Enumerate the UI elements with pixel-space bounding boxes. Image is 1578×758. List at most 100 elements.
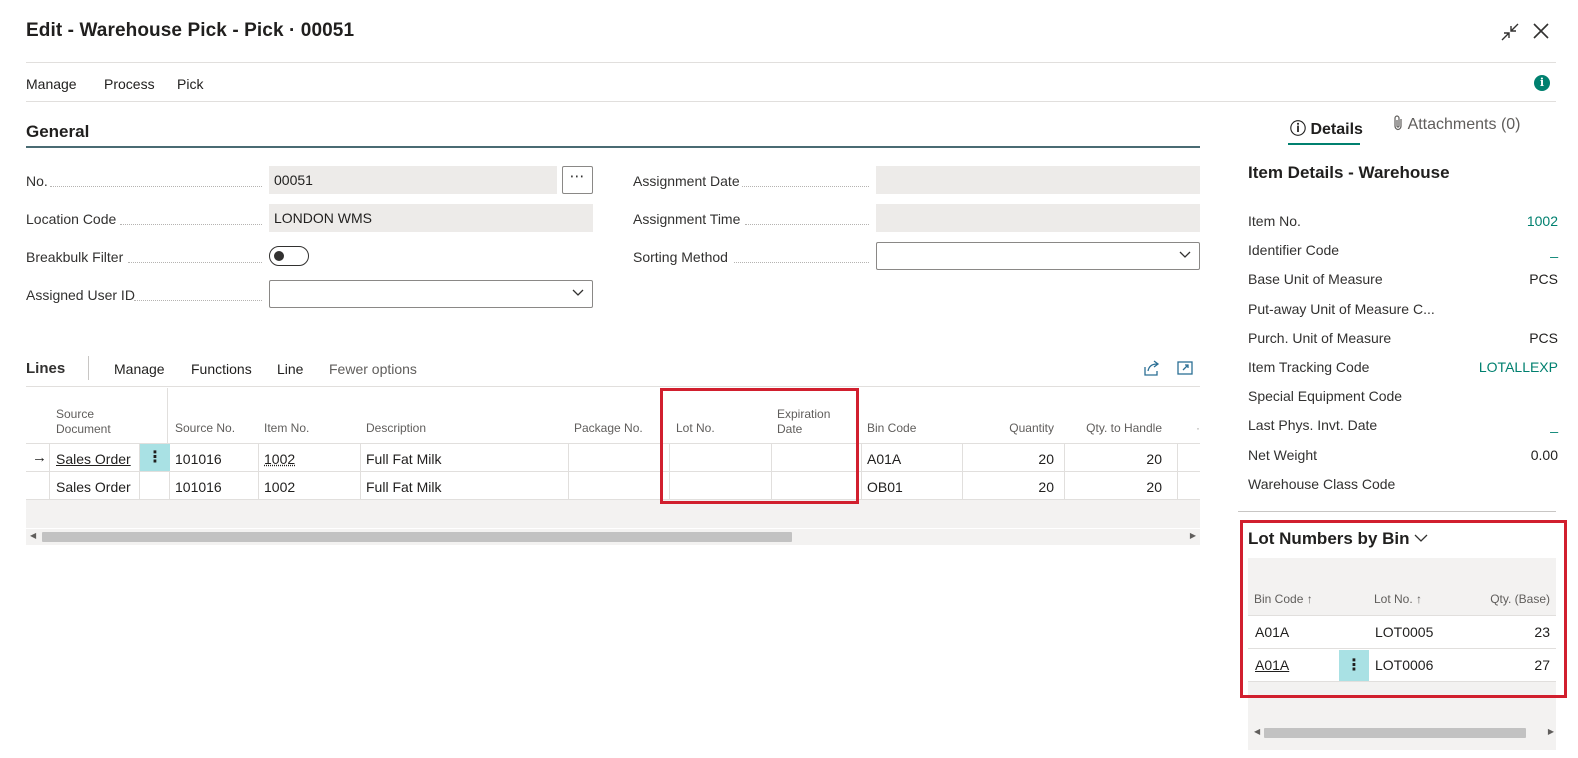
scroll-left-icon[interactable]: ◀ [30,531,36,540]
item-detail-label: Special Equipment Code [1248,388,1403,404]
panel-divider [1238,511,1556,512]
row1-quantity[interactable]: 20 [970,451,1054,467]
chevron-down-icon [1179,251,1191,258]
row1-bin-code[interactable]: A01A [867,451,901,467]
no-field[interactable]: 00051 [269,166,557,194]
assignment-date-label: Assignment Date [633,173,740,189]
close-icon[interactable] [1531,21,1551,41]
lines-horizontal-scrollbar[interactable]: ◀ ▶ [26,529,1200,545]
grid-col-line [360,444,361,500]
assignment-date-field[interactable] [876,166,1200,194]
lines-toolbar-divider [88,356,89,380]
page-title: Edit - Warehouse Pick - Pick · 00051 [26,20,355,41]
tab-details[interactable]: ⓘ Details [1290,115,1363,139]
tab-attachments-label: Attachments (0) [1407,116,1521,133]
assigned-user-label: Assigned User ID [26,287,135,303]
lot-expiration-highlight [660,388,859,504]
grid-col-line [1064,444,1065,500]
row2-source-document[interactable]: Sales Order [56,479,131,495]
lines-line-button[interactable]: Line [277,361,303,377]
assigned-user-dropdown[interactable] [269,280,593,308]
col-description[interactable]: Description [366,421,426,436]
menu-divider [26,101,1556,102]
row2-source-no: 101016 [175,479,222,495]
lines-functions-button[interactable]: Functions [191,361,252,377]
item-details-title: Item Details - Warehouse [1248,163,1450,182]
general-section-title[interactable]: General [26,122,89,142]
menu-manage[interactable]: Manage [26,76,77,92]
item-detail-label: Base Unit of Measure [1248,271,1383,287]
row2-bin-code[interactable]: OB01 [867,479,903,495]
sorting-method-dropdown[interactable] [876,242,1200,270]
collapse-icon[interactable] [1500,22,1520,42]
item-detail-value[interactable]: 1002 [1527,213,1558,229]
scroll-thumb[interactable] [42,532,792,542]
lines-manage-button[interactable]: Manage [114,361,165,377]
paperclip-icon [1394,115,1402,131]
location-code-field[interactable]: LONDON WMS [269,204,593,232]
lot-numbers-highlight [1240,520,1567,698]
row1-item-no[interactable]: 1002 [264,451,295,467]
row1-description[interactable]: Full Fat Milk [366,451,441,467]
breakbulk-filter-label: Breakbulk Filter [26,249,124,265]
tab-attachments[interactable]: Attachments (0) [1392,115,1521,134]
item-detail-label: Item Tracking Code [1248,359,1370,375]
expand-icon[interactable] [1176,359,1194,377]
row2-description[interactable]: Full Fat Milk [366,479,441,495]
col-source-document[interactable]: Source Document [56,407,146,437]
grid-header-line [26,443,1200,444]
item-detail-value: 0.00 [1530,447,1558,463]
scroll-left-icon[interactable]: ◀ [1254,727,1260,736]
item-detail-label: Identifier Code [1248,242,1340,258]
grid-col-line [258,444,259,500]
scroll-right-icon[interactable]: ▶ [1190,531,1196,540]
assignment-time-label: Assignment Time [633,211,741,227]
item-detail-label: Last Phys. Invt. Date [1248,417,1378,433]
header-divider-line [167,388,168,444]
item-detail-label: Warehouse Class Code [1248,476,1396,492]
item-detail-label: Purch. Unit of Measure [1248,330,1392,346]
col-quantity[interactable]: Quantity [970,421,1054,436]
item-detail-value: PCS [1529,271,1558,287]
assigned-user-leader [134,300,262,301]
info-icon[interactable]: i [1534,75,1550,91]
item-detail-value[interactable]: _ [1550,417,1558,433]
sorting-method-leader [734,262,869,263]
menu-pick[interactable]: Pick [177,76,203,92]
no-assist-button[interactable]: ⋯ [562,166,593,194]
row2-item-no[interactable]: 1002 [264,479,295,495]
row1-kebab-menu-icon[interactable]: ⋮ [140,444,170,471]
breakbulk-filter-toggle[interactable] [269,246,309,266]
location-leader [120,224,262,225]
col-bin-code[interactable]: Bin Code [867,421,916,436]
active-row-arrow-icon: → [32,449,47,466]
lot-horizontal-scrollbar[interactable]: ◀ ▶ [1252,725,1556,741]
col-source-no[interactable]: Source No. [175,421,235,436]
scroll-right-icon[interactable]: ▶ [1548,727,1554,736]
col-item-no[interactable]: Item No. [264,421,309,436]
assignment-date-leader [742,186,869,187]
grid-col-line [49,444,50,500]
col-overflow-marker: · [1196,421,1200,435]
share-icon[interactable] [1143,359,1161,377]
scroll-thumb[interactable] [1264,728,1526,738]
row1-qty-to-handle[interactable]: 20 [1070,451,1162,467]
item-detail-value[interactable]: LOTALLEXP [1479,359,1558,375]
item-detail-label: Put-away Unit of Measure C... [1248,301,1435,317]
col-qty-to-handle[interactable]: Qty. to Handle [1070,421,1162,436]
row2-quantity[interactable]: 20 [970,479,1054,495]
row2-qty-to-handle[interactable]: 20 [1070,479,1162,495]
tab-details-label: Details [1310,121,1363,138]
chevron-down-icon [572,289,584,296]
row1-source-document[interactable]: Sales Order [56,451,131,467]
col-package-no[interactable]: Package No. [574,421,643,436]
fewer-options-button[interactable]: Fewer options [329,361,417,377]
general-section-underline [26,146,1200,148]
no-label: No. [26,173,48,189]
grid-col-line [568,444,569,500]
menu-process[interactable]: Process [104,76,155,92]
assignment-time-field[interactable] [876,204,1200,232]
item-detail-value[interactable]: _ [1550,242,1558,258]
lines-title[interactable]: Lines [26,360,65,377]
grid-col-line [861,444,862,500]
